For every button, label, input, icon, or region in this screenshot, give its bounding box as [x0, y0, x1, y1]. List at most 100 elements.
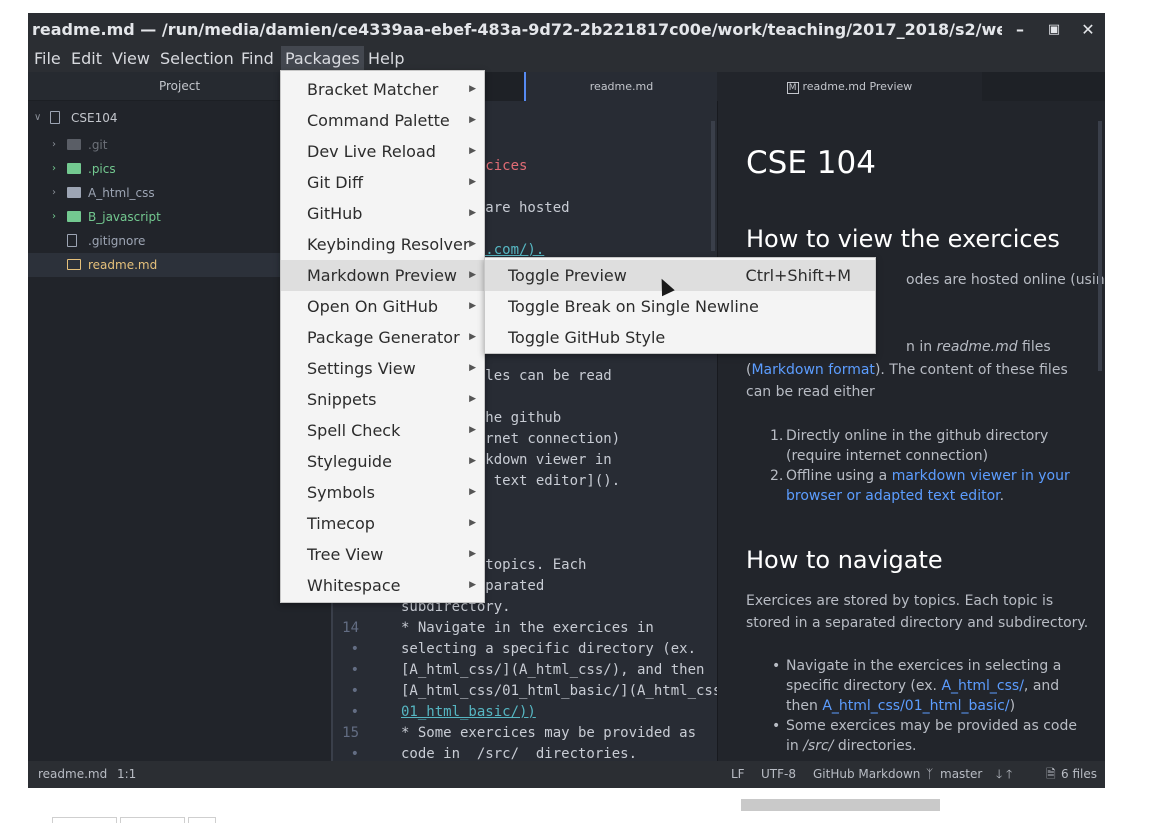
preview-paragraph: can be read either [746, 384, 875, 400]
tab-preview-label: readme.md Preview [802, 80, 913, 93]
line-wrap-marker: • [350, 641, 359, 657]
menu-view[interactable]: View [108, 46, 154, 72]
editor-line: * Some exercices may be provided as [401, 725, 697, 741]
horizontal-scrollbar[interactable] [741, 799, 940, 811]
shortcut-label: Ctrl+Shift+M [745, 266, 851, 285]
markdown-icon: M [786, 82, 799, 94]
preview-scrollbar[interactable] [1098, 121, 1102, 371]
caret-right-icon: ▶ [469, 580, 476, 590]
chevron-right-icon: › [52, 139, 56, 150]
menu-item-toggle-break-on-single-newline[interactable]: Toggle Break on Single Newline [485, 291, 875, 322]
menu-item-github[interactable]: GitHub ▶ [281, 198, 484, 229]
taskbar-item[interactable] [52, 817, 117, 823]
chevron-down-icon: ∨ [34, 112, 42, 123]
line-number: 14 [342, 620, 359, 636]
tab-readme[interactable]: readme.md [524, 72, 717, 101]
folder-icon [67, 163, 81, 174]
preview-title: CSE 104 [746, 145, 876, 181]
minimize-button[interactable]: – [1005, 13, 1035, 46]
menu-item-open-on-github[interactable]: Open On GitHub ▶ [281, 291, 484, 322]
menu-selection[interactable]: Selection [156, 46, 238, 72]
fetch-icon[interactable]: 🡓 🡑 [996, 761, 1012, 788]
preview-paragraph: odes are hosted online (using [906, 272, 1105, 288]
line-wrap-marker: • [350, 683, 359, 699]
line-number: 15 [342, 725, 359, 741]
caret-right-icon: ▶ [469, 394, 476, 404]
menu-packages[interactable]: Packages [281, 46, 364, 72]
status-grammar[interactable]: GitHub Markdown [813, 761, 920, 788]
tree-item-label: .pics [88, 162, 116, 176]
menu-item-tree-view[interactable]: Tree View ▶ [281, 539, 484, 570]
menu-item-whitespace[interactable]: Whitespace ▶ [281, 570, 484, 601]
unordered-list: • Navigate in the exercices in selecting… [770, 656, 1077, 756]
caret-right-icon: ▶ [469, 84, 476, 94]
status-encoding[interactable]: UTF-8 [761, 761, 796, 788]
menu-help[interactable]: Help [364, 46, 408, 72]
status-cursor-position[interactable]: 1:1 [117, 761, 136, 788]
caret-right-icon: ▶ [469, 208, 476, 218]
taskbar-item[interactable] [188, 817, 216, 823]
menu-item-command-palette[interactable]: Command Palette ▶ [281, 105, 484, 136]
tab-readme-preview[interactable]: Mreadme.md Preview [717, 72, 982, 101]
line-wrap-marker: • [350, 662, 359, 678]
taskbar-item[interactable] [120, 817, 185, 823]
status-branch[interactable]: master [940, 761, 982, 788]
menu-file[interactable]: File [30, 46, 65, 72]
folder-icon [67, 211, 81, 222]
list-item: 1. Directly online in the github directo… [770, 428, 1049, 464]
repo-icon [50, 111, 60, 124]
branch-icon: ᛉ [926, 767, 934, 781]
menu-find[interactable]: Find [237, 46, 278, 72]
status-file[interactable]: readme.md [38, 761, 107, 788]
menu-item-symbols[interactable]: Symbols ▶ [281, 477, 484, 508]
editor-scrollbar[interactable] [711, 121, 715, 251]
caret-right-icon: ▶ [469, 115, 476, 125]
menu-item-toggle-preview[interactable]: Toggle Preview Ctrl+Shift+M [485, 260, 875, 291]
menu-item-settings-view[interactable]: Settings View ▶ [281, 353, 484, 384]
caret-right-icon: ▶ [469, 332, 476, 342]
status-files[interactable]: 6 files [1061, 761, 1097, 788]
caret-right-icon: ▶ [469, 456, 476, 466]
menu-item-styleguide[interactable]: Styleguide ▶ [281, 446, 484, 477]
ordered-list: 1. Directly online in the github directo… [770, 426, 1070, 506]
status-line-ending[interactable]: LF [731, 761, 745, 788]
menu-item-markdown-preview[interactable]: Markdown Preview ▶ [281, 260, 484, 291]
markdown-preview-pane[interactable]: CSE 104 How to view the exercices odes a… [717, 101, 1105, 761]
menu-item-keybinding-resolver[interactable]: Keybinding Resolver ▶ [281, 229, 484, 260]
status-bar: readme.md 1:1 LF UTF-8 GitHub Markdown ᛉ… [28, 761, 1105, 788]
chevron-right-icon: › [52, 187, 56, 198]
menu-item-bracket-matcher[interactable]: Bracket Matcher ▶ [281, 74, 484, 105]
menu-item-git-diff[interactable]: Git Diff ▶ [281, 167, 484, 198]
preview-paragraph: stored in a separated directory and subd… [746, 615, 1089, 631]
tree-root-label: CSE104 [71, 111, 118, 125]
editor-line: [A_html_css/](A_html_css/), and then [401, 662, 705, 678]
caret-right-icon: ▶ [469, 487, 476, 497]
menu-item-timecop[interactable]: Timecop ▶ [281, 508, 484, 539]
menu-item-dev-live-reload[interactable]: Dev Live Reload ▶ [281, 136, 484, 167]
folder-icon [67, 139, 81, 150]
line-wrap-marker: • [350, 704, 359, 720]
markdown-preview-submenu: Toggle Preview Ctrl+Shift+M Toggle Break … [484, 257, 876, 354]
caret-right-icon: ▶ [469, 301, 476, 311]
caret-right-icon: ▶ [469, 270, 476, 280]
tree-item-label: A_html_css [88, 186, 155, 200]
tree-item-label: B_javascript [88, 210, 161, 224]
preview-heading: How to navigate [746, 546, 943, 574]
preview-tab-bar: Mreadme.md Preview [717, 72, 1105, 101]
maximize-button[interactable]: ▣ [1039, 13, 1069, 46]
close-button[interactable]: ✕ [1073, 13, 1103, 46]
menu-item-package-generator[interactable]: Package Generator ▶ [281, 322, 484, 353]
line-wrap-marker: • [350, 746, 359, 761]
file-icon [67, 234, 77, 247]
menu-item-snippets[interactable]: Snippets ▶ [281, 384, 484, 415]
menu-edit[interactable]: Edit [67, 46, 106, 72]
menu-bar: File Edit View Selection Find Packages H… [28, 46, 1105, 72]
preview-heading: How to view the exercices [746, 225, 1060, 253]
menu-item-toggle-github-style[interactable]: Toggle GitHub Style [485, 322, 875, 353]
caret-right-icon: ▶ [469, 146, 476, 156]
menu-item-spell-check[interactable]: Spell Check ▶ [281, 415, 484, 446]
packages-menu: Bracket Matcher ▶ Command Palette ▶ Dev Li… [280, 70, 485, 603]
caret-right-icon: ▶ [469, 425, 476, 435]
markdown-file-icon [67, 259, 81, 270]
markdown-viewer-link[interactable]: markdown viewer in your [892, 468, 1070, 484]
